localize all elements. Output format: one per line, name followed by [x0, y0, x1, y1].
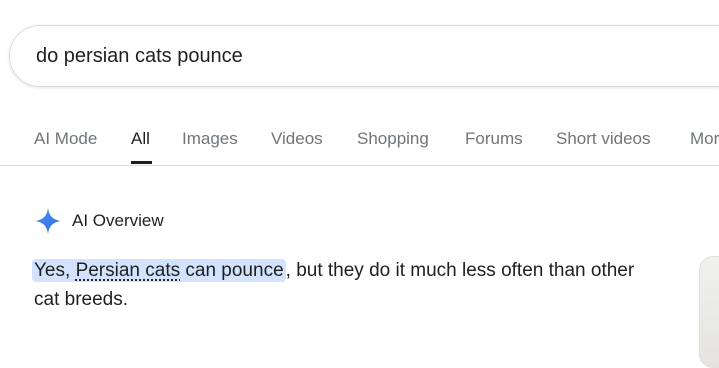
answer-text-pounce: can pounce — [180, 260, 284, 281]
ai-overview-answer: Yes, Persian cats can pounce, but they d… — [32, 256, 664, 314]
tab-images[interactable]: Images — [182, 129, 238, 149]
persian-cats-link[interactable]: Persian cats — [76, 260, 181, 281]
tab-ai-mode[interactable]: AI Mode — [34, 129, 97, 149]
tab-more[interactable]: More — [690, 129, 719, 149]
search-input[interactable]: do persian cats pounce — [36, 45, 243, 68]
tab-all[interactable]: All — [131, 129, 150, 149]
tab-forums[interactable]: Forums — [465, 129, 523, 149]
tab-shopping[interactable]: Shopping — [357, 129, 429, 149]
tab-short-videos[interactable]: Short videos — [556, 129, 651, 149]
search-box[interactable]: do persian cats pounce — [9, 25, 719, 87]
answer-highlight: Yes, Persian cats can pounce — [32, 259, 286, 282]
ai-overview-title: AI Overview — [72, 211, 164, 230]
sparkle-icon — [35, 208, 61, 234]
search-tabs: AI Mode All Images Videos Shopping Forum… — [0, 120, 719, 166]
tab-videos[interactable]: Videos — [271, 129, 323, 149]
answer-text-yes: Yes, — [34, 260, 76, 281]
overview-image-thumbnail[interactable] — [699, 256, 719, 368]
active-tab-indicator — [131, 161, 152, 164]
tabs-divider — [0, 165, 719, 166]
